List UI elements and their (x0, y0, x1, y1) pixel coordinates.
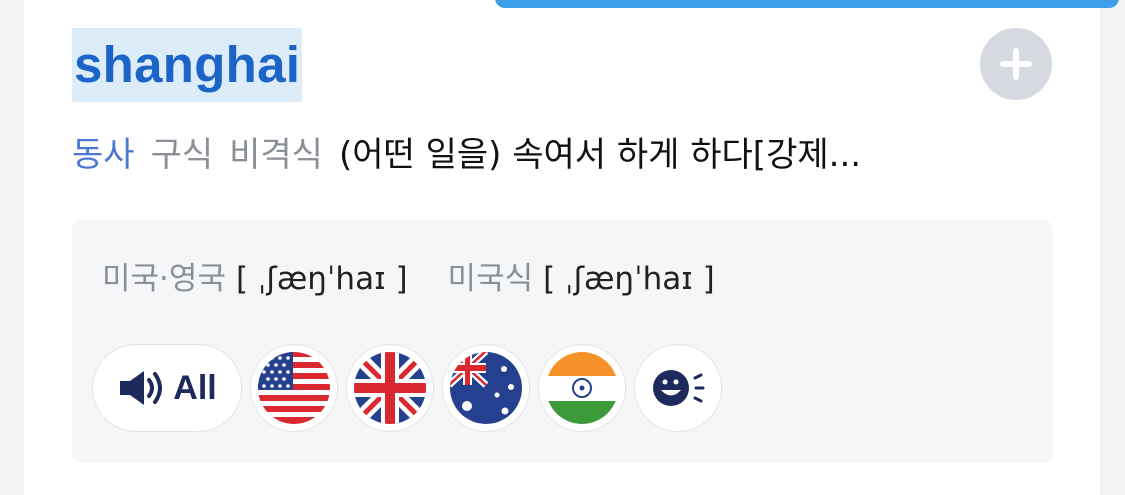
pron-label-us: 미국식 (447, 261, 534, 297)
australia-flag-icon (450, 352, 522, 424)
india-flag-icon (546, 352, 618, 424)
plus-icon (1000, 48, 1032, 80)
usage-tag: 비격식 (229, 135, 323, 175)
usage-tag: 구식 (150, 135, 214, 175)
india-audio-button[interactable] (538, 344, 626, 432)
headword[interactable]: shanghai (72, 28, 303, 102)
add-to-wordbook-button[interactable] (980, 28, 1052, 100)
pronunciation-row: 미국·영국[ ˌʃæŋˈhaɪ ] 미국식[ ˌʃæŋˈhaɪ ] (102, 254, 715, 304)
top-accent-bar (495, 0, 1119, 8)
pron-ipa-us: [ ˌʃæŋˈhaɪ ] (543, 261, 715, 297)
play-all-button[interactable]: All (92, 344, 242, 432)
pron-label-us-uk: 미국·영국 (102, 261, 226, 297)
us-audio-button[interactable] (250, 344, 338, 432)
us-flag-icon (258, 352, 330, 424)
definition-line: 동사 구식 비격식 (어떤 일을) 속여서 하게 하다[강제... (72, 130, 861, 180)
speaker-icon (120, 371, 163, 405)
dictionary-card: shanghai 동사 구식 비격식 (어떤 일을) 속여서 하게 하다[강제... … (24, 0, 1119, 495)
uk-flag-icon (354, 352, 426, 424)
australia-audio-button[interactable] (442, 344, 530, 432)
pron-ipa-us-uk: [ ˌʃæŋˈhaɪ ] (235, 261, 408, 297)
ai-voice-audio-button[interactable] (634, 344, 722, 432)
ai-voice-icon (653, 370, 705, 406)
play-all-label: All (173, 368, 217, 407)
pronunciation-panel: 미국·영국[ ˌʃæŋˈhaɪ ] 미국식[ ˌʃæŋˈhaɪ ] All (72, 220, 1053, 463)
uk-audio-button[interactable] (346, 344, 434, 432)
part-of-speech: 동사 (72, 135, 135, 175)
definition-text[interactable]: (어떤 일을) 속여서 하게 하다[강제... (339, 135, 861, 175)
